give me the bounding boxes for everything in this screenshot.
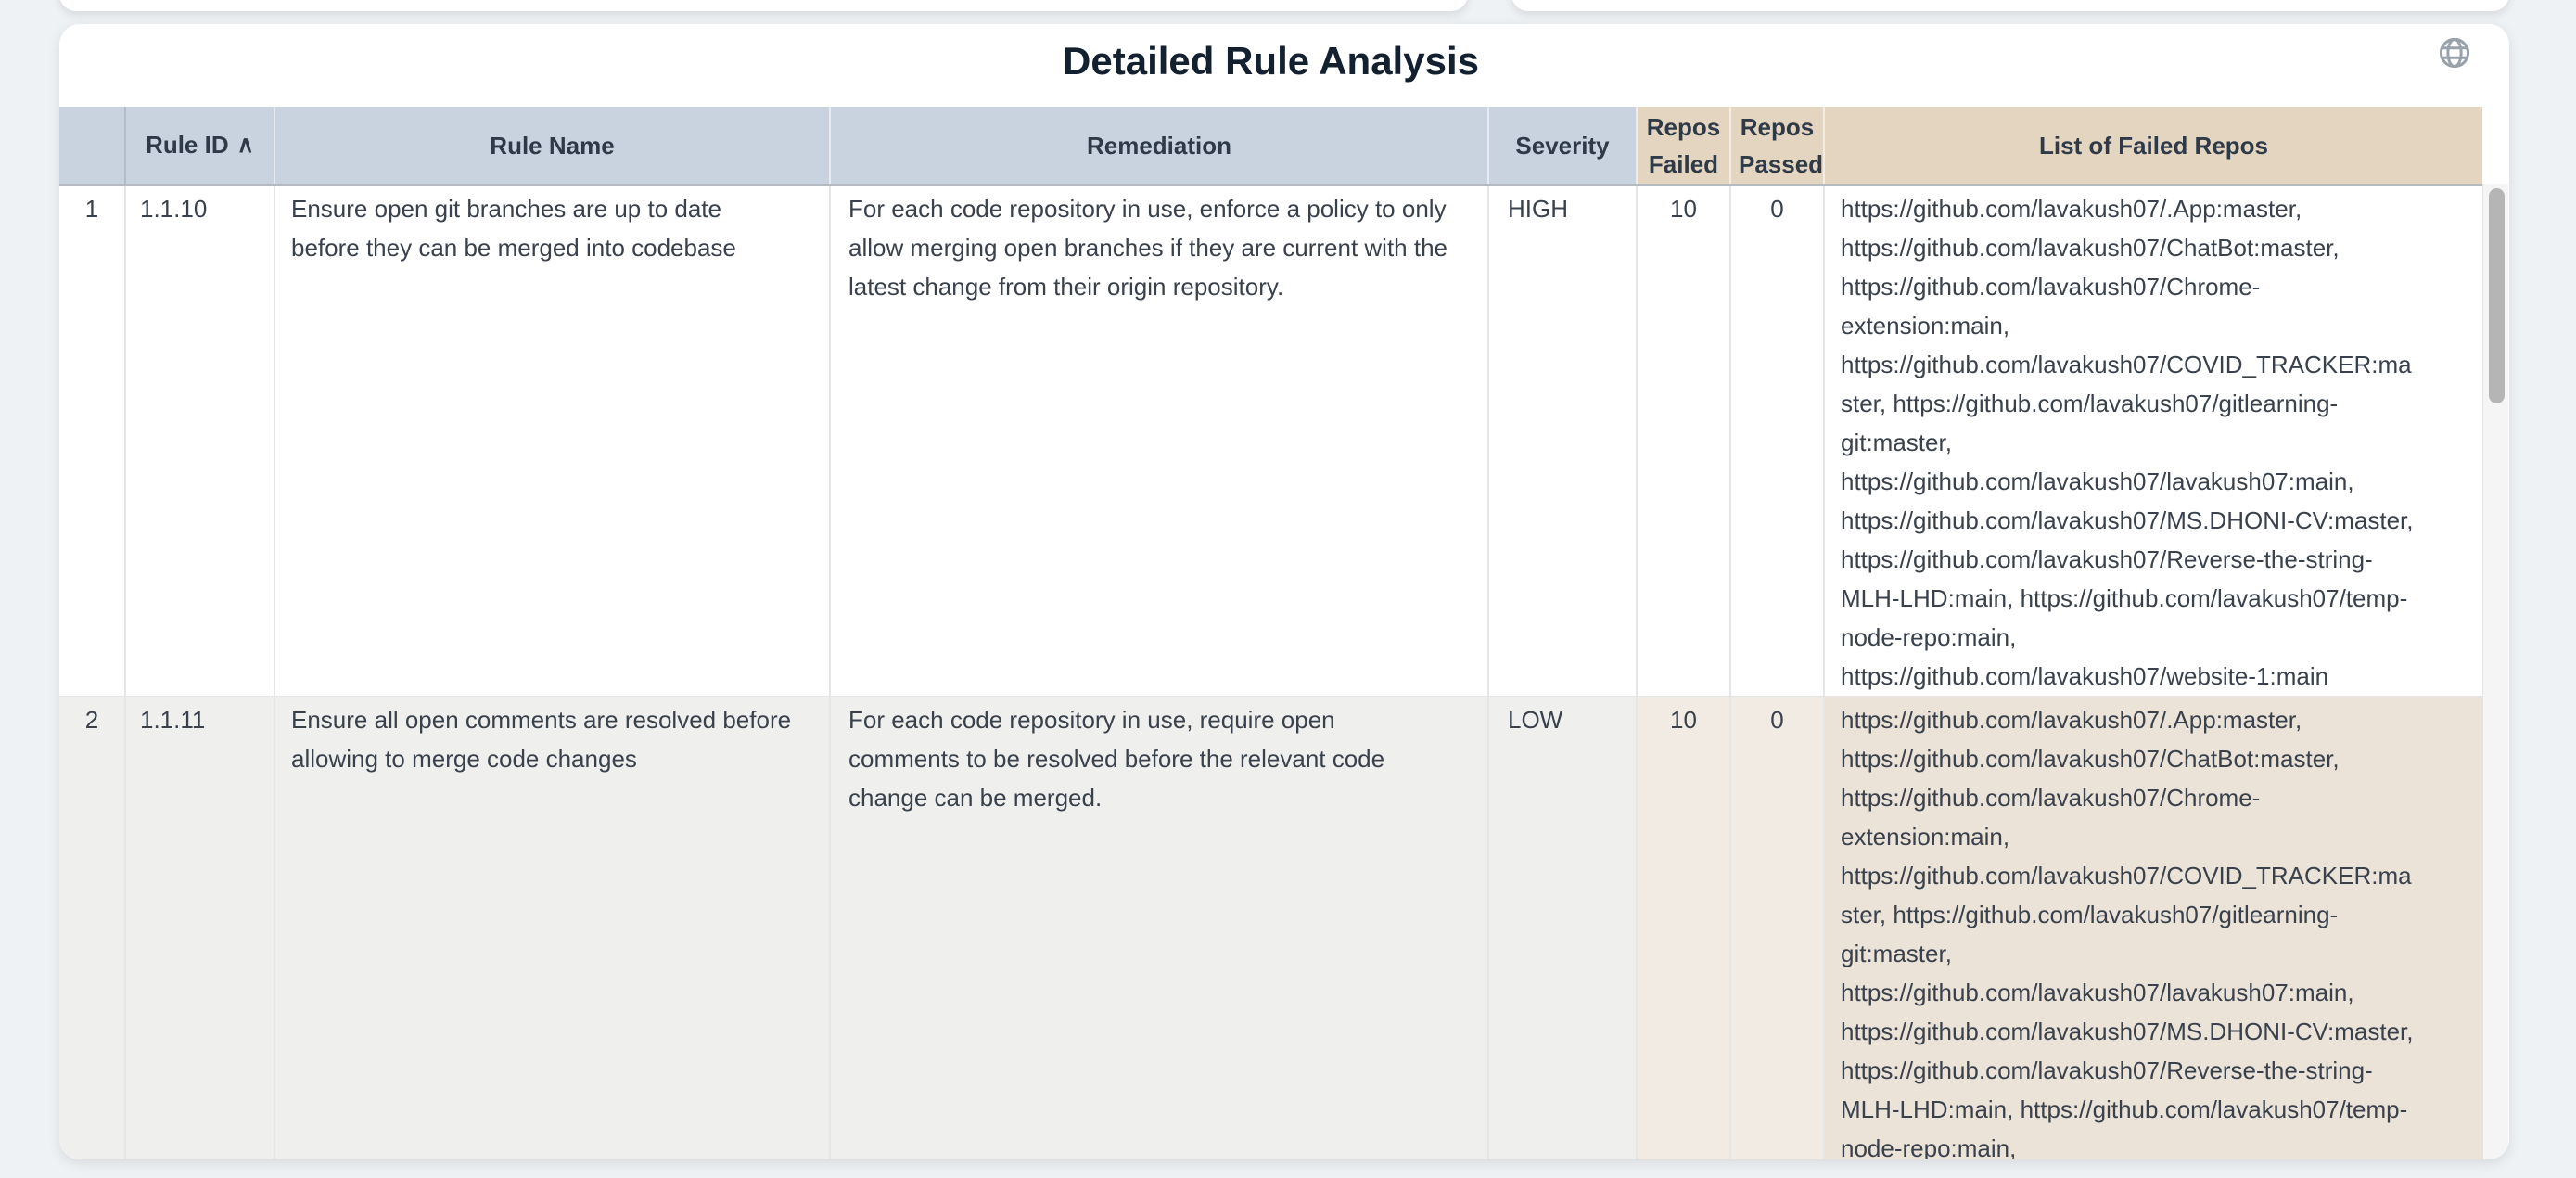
globe-icon[interactable]	[2437, 35, 2472, 70]
previous-card-edge-left	[59, 0, 1468, 11]
column-header-repos-failed[interactable]: Repos Failed	[1637, 107, 1730, 185]
table-row: 1 1.1.10 Ensure open git branches are up…	[59, 185, 2482, 697]
rule-id-cell: 1.1.11	[125, 697, 274, 1160]
repos-passed-cell: 0	[1730, 697, 1824, 1160]
repos-failed-cell: 10	[1637, 185, 1730, 697]
detailed-rule-analysis-card: Detailed Rule Analysis Rule ID∧ Rule Nam…	[59, 24, 2509, 1159]
failed-repos-cell: https://github.com/lavakush07/.App:maste…	[1824, 185, 2482, 697]
row-number-cell: 1	[59, 185, 125, 697]
column-header-severity[interactable]: Severity	[1488, 107, 1637, 185]
column-header-remediation[interactable]: Remediation	[830, 107, 1488, 185]
vertical-scrollbar-thumb[interactable]	[2489, 188, 2505, 403]
table-header-row: Rule ID∧ Rule Name Remediation Severity …	[59, 107, 2482, 185]
page-title: Detailed Rule Analysis	[59, 37, 2482, 85]
column-header-rule-name[interactable]: Rule Name	[274, 107, 830, 185]
previous-card-edge-right	[1511, 0, 2509, 11]
severity-cell: HIGH	[1488, 185, 1637, 697]
sort-ascending-icon: ∧	[237, 132, 254, 158]
rule-id-cell: 1.1.10	[125, 185, 274, 697]
column-header-rule-id[interactable]: Rule ID∧	[125, 107, 274, 185]
vertical-scrollbar-track[interactable]	[2482, 184, 2508, 1159]
row-number-cell: 2	[59, 697, 125, 1160]
rule-name-cell: Ensure open git branches are up to date …	[274, 185, 830, 697]
remediation-cell: For each code repository in use, enforce…	[830, 185, 1488, 697]
column-header-repos-passed[interactable]: Repos Passed	[1730, 107, 1824, 185]
repos-failed-cell: 10	[1637, 697, 1730, 1160]
column-header-row-number	[59, 107, 125, 185]
remediation-cell: For each code repository in use, require…	[830, 697, 1488, 1160]
rule-analysis-table: Rule ID∧ Rule Name Remediation Severity …	[59, 107, 2482, 1159]
column-header-failed-repos[interactable]: List of Failed Repos	[1824, 107, 2482, 185]
failed-repos-cell: https://github.com/lavakush07/.App:maste…	[1824, 697, 2482, 1160]
table-row: 2 1.1.11 Ensure all open comments are re…	[59, 697, 2482, 1160]
repos-passed-cell: 0	[1730, 185, 1824, 697]
rule-name-cell: Ensure all open comments are resolved be…	[274, 697, 830, 1160]
severity-cell: LOW	[1488, 697, 1637, 1160]
